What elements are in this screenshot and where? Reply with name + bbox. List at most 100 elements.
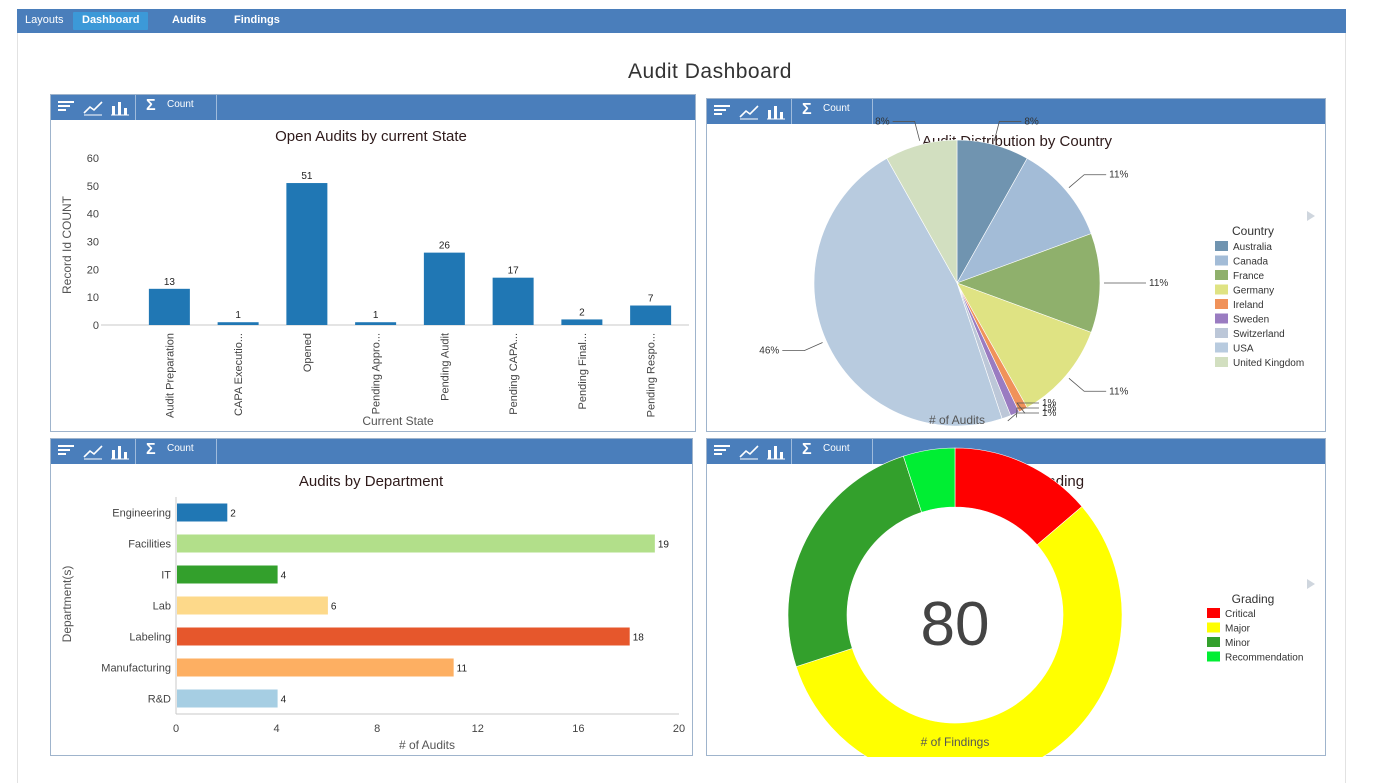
pie-chart-country: Audit Distribution by Country8%11%11%11%… bbox=[759, 116, 1315, 427]
bar-5 bbox=[492, 277, 534, 325]
y-tick-label: Engineering bbox=[112, 508, 171, 520]
pie-percent-label: 1% bbox=[1042, 408, 1057, 419]
legend-label: Critical bbox=[1225, 609, 1256, 620]
x-tick-label: 12 bbox=[472, 723, 484, 735]
data-label: 51 bbox=[301, 171, 313, 182]
x-tick-label: 8 bbox=[374, 723, 380, 735]
pie-percent-label: 11% bbox=[1109, 170, 1128, 181]
x-tick-label: Pending Respo... bbox=[646, 333, 658, 417]
y-tick-label: IT bbox=[161, 570, 171, 582]
nav-tab-findings[interactable]: Findings bbox=[234, 9, 280, 33]
nav-layouts-link[interactable]: Layouts bbox=[25, 9, 64, 33]
legend-title: Country bbox=[1232, 224, 1274, 238]
pie-percent-label: 46% bbox=[759, 346, 779, 357]
x-tick-label: CAPA Executio... bbox=[233, 333, 245, 416]
y-axis-title: Record Id COUNT bbox=[60, 195, 74, 294]
data-label: 7 bbox=[648, 294, 654, 305]
x-tick-label: Audit Preparation bbox=[164, 333, 176, 418]
bar-1 bbox=[177, 534, 655, 553]
legend-swatch bbox=[1207, 608, 1220, 618]
donut-chart-grading: Findings by Grading80# of FindingsGradin… bbox=[787, 447, 1315, 757]
bar-6 bbox=[561, 319, 603, 325]
pie-percent-label: 8% bbox=[1024, 116, 1039, 127]
legend-scroll-arrow-icon bbox=[1307, 211, 1315, 221]
legend-label: Ireland bbox=[1233, 300, 1264, 311]
bar-3 bbox=[177, 596, 328, 615]
y-tick-label: 0 bbox=[93, 320, 99, 332]
legend-label: USA bbox=[1233, 344, 1254, 355]
legend-swatch bbox=[1215, 270, 1228, 280]
x-tick-label: 4 bbox=[274, 723, 280, 735]
y-tick-label: R&D bbox=[148, 694, 171, 706]
pie-percent-label: 11% bbox=[1149, 278, 1168, 289]
legend-swatch bbox=[1207, 637, 1220, 647]
frame-divider-right bbox=[1345, 33, 1346, 783]
x-axis-title: # of Findings bbox=[921, 735, 990, 749]
bar-4 bbox=[423, 252, 465, 325]
y-tick-label: 10 bbox=[87, 292, 99, 304]
bar-chart-department: Audits by Department 2 Engineering 19 Facili… bbox=[60, 473, 685, 752]
panel-findings-by-grading: ΣCount Findings by Grading80# of Finding… bbox=[706, 438, 1326, 757]
bar-5 bbox=[177, 658, 454, 677]
x-tick-label: 16 bbox=[572, 723, 584, 735]
data-label: 6 bbox=[331, 602, 337, 613]
y-tick-label: Labeling bbox=[129, 632, 171, 644]
legend-label: United Kingdom bbox=[1233, 358, 1304, 369]
y-tick-label: Lab bbox=[153, 601, 171, 613]
x-axis-title: # of Audits bbox=[929, 413, 985, 427]
bar-0 bbox=[148, 288, 190, 325]
bar-chart-open-audits: Open Audits by current State 0 10 20 30 40 50 6… bbox=[60, 128, 689, 428]
legend-label: Sweden bbox=[1233, 315, 1269, 326]
panel-country-distribution: Σ Count Audit Distribution by Country 8% 11… bbox=[706, 98, 1326, 432]
data-label: 26 bbox=[439, 241, 451, 252]
bar-4 bbox=[177, 627, 630, 646]
data-label: 17 bbox=[508, 266, 520, 277]
bar-6 bbox=[177, 689, 278, 708]
pie-percent-label: 8% bbox=[875, 116, 890, 127]
panel-open-audits: Σ Count Open Audits by current State 0 10 20… bbox=[50, 94, 696, 432]
chart-title: Open Audits by current State bbox=[275, 128, 467, 145]
legend-swatch bbox=[1215, 342, 1228, 353]
legend-swatch bbox=[1215, 328, 1228, 338]
data-label: 4 bbox=[281, 571, 287, 582]
legend-label: Recommendation bbox=[1225, 653, 1303, 664]
pie-leader-line bbox=[1068, 377, 1107, 392]
bar-1 bbox=[217, 322, 259, 325]
data-label: 4 bbox=[281, 695, 287, 706]
x-tick-label: 0 bbox=[173, 723, 179, 735]
x-tick-label: Pending Audit bbox=[439, 333, 451, 401]
data-label: 1 bbox=[373, 310, 379, 321]
x-axis-title: # of Audits bbox=[399, 738, 455, 752]
data-label: 1 bbox=[235, 310, 241, 321]
pie-leader-line bbox=[892, 121, 921, 141]
bar-3 bbox=[355, 322, 397, 325]
nav-tab-dashboard[interactable]: Dashboard bbox=[73, 12, 149, 30]
x-axis-title: Current State bbox=[362, 414, 434, 428]
y-axis-title: Department(s) bbox=[60, 566, 74, 643]
pie-leader-line bbox=[1068, 174, 1107, 189]
y-tick-label: 50 bbox=[87, 181, 99, 193]
legend-swatch bbox=[1207, 651, 1220, 662]
data-label: 2 bbox=[230, 509, 236, 520]
legend-swatch bbox=[1215, 357, 1228, 367]
page-title: Audit Dashboard bbox=[628, 60, 792, 83]
y-tick-label: 60 bbox=[87, 153, 99, 165]
legend-swatch bbox=[1215, 299, 1228, 309]
data-label: 19 bbox=[658, 540, 670, 551]
y-tick-label: Facilities bbox=[128, 539, 171, 551]
bar-2 bbox=[286, 183, 328, 325]
x-tick-label: Opened bbox=[302, 333, 314, 372]
pie-leader-line bbox=[782, 342, 823, 351]
bar-7 bbox=[630, 305, 672, 325]
frame-divider-left bbox=[17, 33, 18, 783]
bar-0 bbox=[177, 503, 228, 522]
nav-tab-audits[interactable]: Audits bbox=[172, 9, 206, 33]
legend-label: France bbox=[1233, 271, 1265, 282]
x-tick-label: Pending Appro... bbox=[371, 333, 383, 414]
y-tick-label: 40 bbox=[87, 209, 99, 221]
legend-title: Grading bbox=[1232, 592, 1275, 606]
legend-scroll-arrow-icon bbox=[1307, 579, 1315, 589]
top-nav-bar: Layouts Dashboard Audits Findings bbox=[17, 9, 1346, 33]
legend-swatch bbox=[1215, 284, 1228, 295]
data-label: 2 bbox=[579, 307, 585, 318]
